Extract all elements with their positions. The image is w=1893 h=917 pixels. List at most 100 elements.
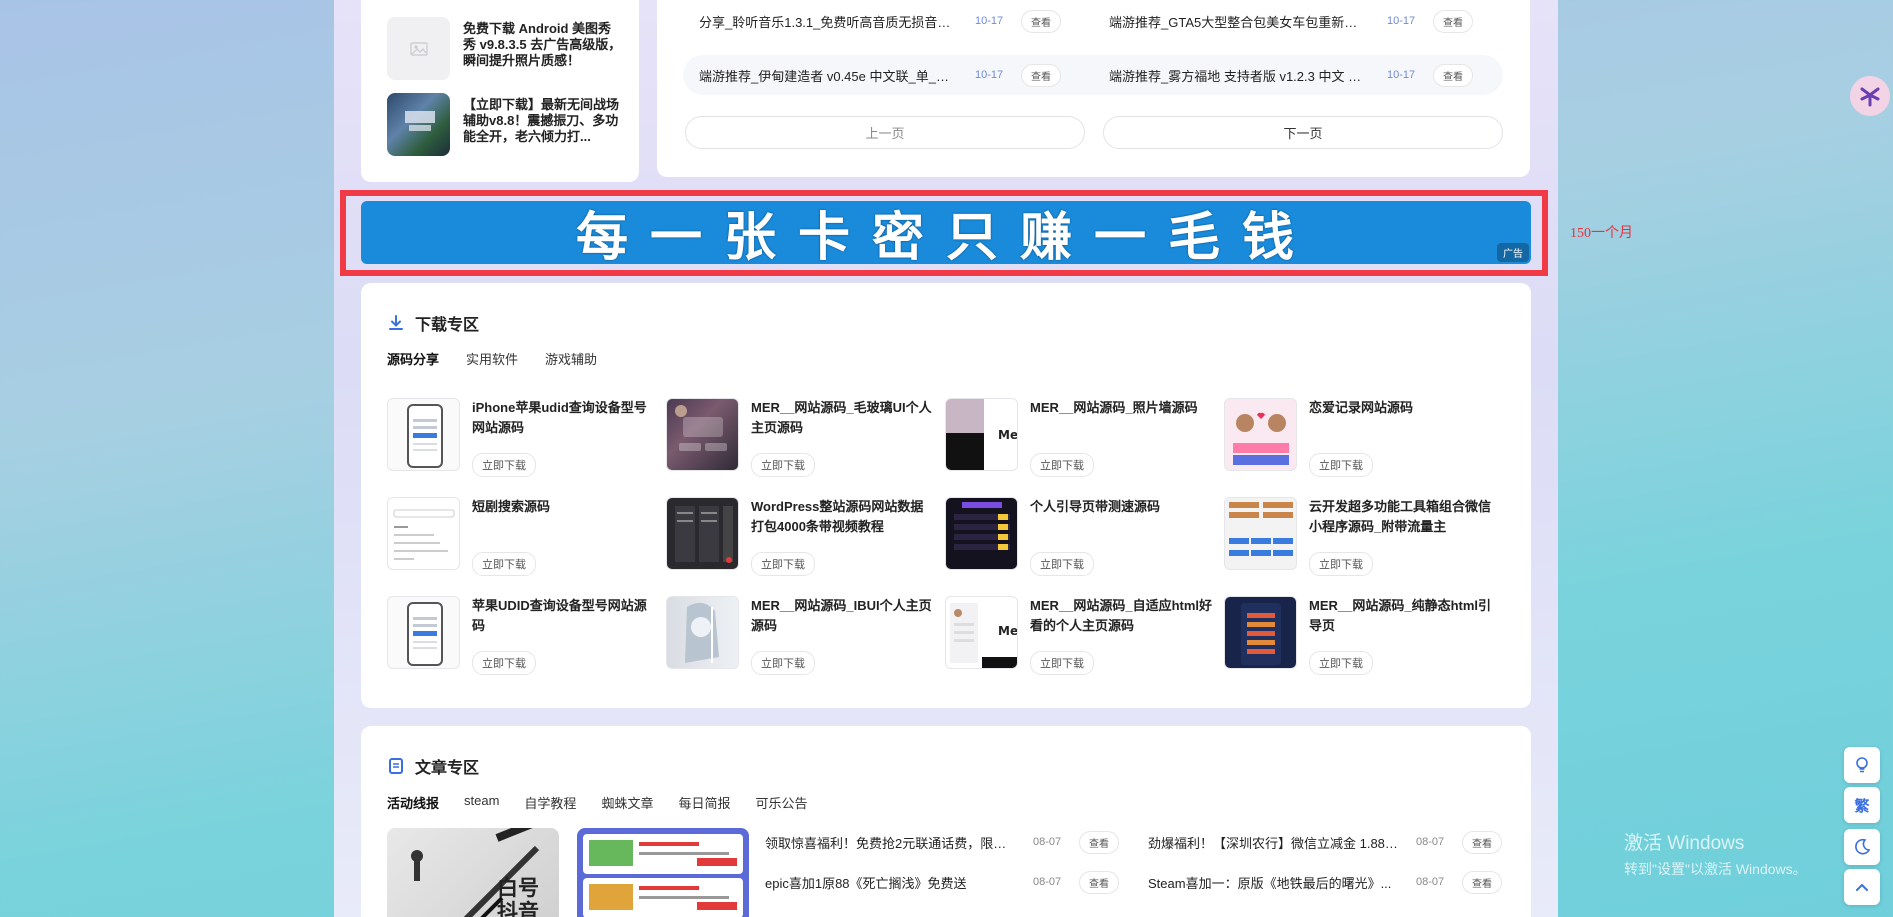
tab-tutorials[interactable]: 自学教程 — [524, 793, 576, 812]
tab-spider-articles[interactable]: 蜘蛛文章 — [601, 793, 653, 812]
item-title[interactable]: 端游推荐_GTA5大型整合包美女车包重新整合... — [1109, 12, 1369, 31]
item-title[interactable]: MER__网站源码_自适应html好看的个人主页源码 — [1030, 596, 1215, 636]
list-item[interactable]: 端游推荐_GTA5大型整合包美女车包重新整合... 10-17 查看 — [1109, 1, 1473, 41]
view-button[interactable]: 查看 — [1079, 830, 1119, 854]
view-button[interactable]: 查看 — [1462, 830, 1502, 854]
download-item[interactable]: WordPress整站源码网站数据打包4000条带视频教程 立即下载 — [666, 497, 936, 576]
item-title[interactable]: WordPress整站源码网站数据打包4000条带视频教程 — [751, 497, 936, 537]
item-title[interactable]: 苹果UDID查询设备型号网站源码 — [472, 596, 657, 636]
item-title[interactable]: iPhone苹果udid查询设备型号网站源码 — [472, 398, 657, 438]
list-item[interactable]: Steam喜加一：原版《地铁最后的曙光》... 08-07 查看 — [1148, 868, 1502, 896]
section-title: 文章专区 — [415, 760, 480, 777]
view-button[interactable]: 查看 — [1462, 870, 1502, 894]
download-item[interactable]: MER__网站源码_毛玻璃UI个人主页源码 立即下载 — [666, 398, 936, 477]
bulb-icon[interactable] — [1844, 747, 1880, 783]
list-item[interactable]: 端游推荐_雾方福地 支持者版 v1.2.3 中文 解... 10-17 查看 — [1109, 55, 1473, 95]
download-button[interactable]: 立即下载 — [751, 453, 815, 477]
download-button[interactable]: 立即下载 — [1030, 651, 1094, 675]
item-title[interactable]: 个人引导页带测速源码 — [1030, 497, 1215, 517]
prev-page-button[interactable]: 上一页 — [685, 116, 1085, 149]
list-item[interactable]: 领取惊喜福利！免费抢2元联通话费，限时... 08-07 查看 — [765, 828, 1119, 856]
download-item[interactable]: Me MER__网站源码_照片墙源码 立即下载 — [945, 398, 1215, 477]
svg-text:Me: Me — [998, 428, 1018, 442]
view-button[interactable]: 查看 — [1021, 63, 1061, 87]
back-to-top-icon[interactable] — [1844, 869, 1880, 905]
list-item[interactable]: 劲爆福利！【深圳农行】微信立减金 1.88 ... 08-07 查看 — [1148, 828, 1502, 856]
list-item[interactable]: 端游推荐_伊甸建造者 v0.45e 中文联_单_机版 10-17 查看 — [699, 55, 1061, 95]
download-button[interactable]: 立即下载 — [1309, 453, 1373, 477]
item-title[interactable]: MER__网站源码_毛玻璃UI个人主页源码 — [751, 398, 936, 438]
download-item[interactable]: MER__网站源码_IBUI个人主页源码 立即下载 — [666, 596, 936, 675]
download-button[interactable]: 立即下载 — [1309, 552, 1373, 576]
thumbnail: Me — [945, 596, 1018, 669]
tab-announcements[interactable]: 可乐公告 — [755, 793, 807, 812]
item-title[interactable]: MER__网站源码_照片墙源码 — [1030, 398, 1215, 418]
item-date: 08-07 — [1033, 876, 1062, 888]
tab-steam[interactable]: steam — [464, 793, 499, 812]
recommend-card: 免费下载 Android 美图秀秀 v9.8.3.5 去广告高级版，瞬间提升照片… — [361, 0, 639, 182]
download-item[interactable]: MER__网站源码_纯静态html引导页 立即下载 — [1224, 596, 1494, 675]
list-item-title[interactable]: 【立即下载】最新无间战场辅助v8.8！震撼振刀、多功能全开，老六倾力打... — [463, 97, 623, 145]
thumbnail — [1224, 596, 1297, 669]
tab-source-share[interactable]: 源码分享 — [387, 349, 440, 371]
item-title[interactable]: MER__网站源码_IBUI个人主页源码 — [751, 596, 936, 636]
download-item[interactable]: iPhone苹果udid查询设备型号网站源码 立即下载 — [387, 398, 657, 477]
view-button[interactable]: 查看 — [1021, 9, 1061, 33]
download-item[interactable]: 短剧搜索源码 立即下载 — [387, 497, 657, 576]
item-title[interactable]: epic喜加1原88《死亡搁浅》免费送 — [765, 873, 1015, 892]
list-item[interactable]: 分享_聆听音乐1.3.1_免费听高音质无损音乐_... 10-17 查看 — [699, 1, 1061, 41]
item-title[interactable]: 劲爆福利！【深圳农行】微信立减金 1.88 ... — [1148, 833, 1398, 852]
thumbnail — [666, 596, 739, 669]
ad-banner[interactable]: 每一张卡密只赚一毛钱 广告 — [361, 201, 1531, 268]
item-date: 10-17 — [975, 69, 1004, 81]
thumbnail-text: 白号 抖音 — [497, 875, 539, 917]
site-logo-icon[interactable] — [1850, 76, 1890, 116]
download-item[interactable]: Me MER__网站源码_自适应html好看的个人主页源码 立即下载 — [945, 596, 1215, 675]
tab-game-assist[interactable]: 游戏辅助 — [545, 349, 597, 368]
item-title[interactable]: Steam喜加一：原版《地铁最后的曙光》... — [1148, 873, 1398, 892]
item-date: 10-17 — [1387, 69, 1416, 81]
article-thumbnail[interactable]: 白号 抖音 — [387, 828, 559, 917]
list-item-title[interactable]: 免费下载 Android 美图秀秀 v9.8.3.5 去广告高级版，瞬间提升照片… — [463, 21, 623, 69]
view-button[interactable]: 查看 — [1079, 870, 1119, 894]
download-item[interactable]: 云开发超多功能工具箱组合微信小程序源码_附带流量主 立即下载 — [1224, 497, 1494, 576]
download-button[interactable]: 立即下载 — [472, 651, 536, 675]
download-button[interactable]: 立即下载 — [751, 651, 815, 675]
thumbnail — [945, 497, 1018, 570]
view-button[interactable]: 查看 — [1433, 9, 1473, 33]
next-page-button[interactable]: 下一页 — [1103, 116, 1503, 149]
item-title[interactable]: 领取惊喜福利！免费抢2元联通话费，限时... — [765, 833, 1015, 852]
moon-icon[interactable] — [1844, 829, 1880, 865]
item-title[interactable]: 端游推荐_雾方福地 支持者版 v1.2.3 中文 解... — [1109, 66, 1369, 85]
section-header: 文章专区 — [387, 754, 479, 778]
item-title[interactable]: 云开发超多功能工具箱组合微信小程序源码_附带流量主 — [1309, 497, 1494, 537]
download-button[interactable]: 立即下载 — [472, 453, 536, 477]
download-button[interactable]: 立即下载 — [1030, 552, 1094, 576]
item-date: 10-17 — [1387, 15, 1416, 27]
list-item[interactable]: epic喜加1原88《死亡搁浅》免费送 08-07 查看 — [765, 868, 1119, 896]
ad-text: 每一张卡密只赚一毛钱 — [575, 208, 1316, 268]
tab-activity[interactable]: 活动线报 — [387, 793, 440, 815]
item-title[interactable]: 恋爱记录网站源码 — [1309, 398, 1494, 418]
item-title[interactable]: MER__网站源码_纯静态html引导页 — [1309, 596, 1494, 636]
tab-utility-software[interactable]: 实用软件 — [466, 349, 518, 368]
download-button[interactable]: 立即下载 — [1309, 651, 1373, 675]
download-button[interactable]: 立即下载 — [751, 552, 815, 576]
item-title[interactable]: 分享_聆听音乐1.3.1_免费听高音质无损音乐_... — [699, 12, 957, 31]
article-thumbnail[interactable] — [577, 828, 749, 917]
thumbnail — [387, 93, 450, 156]
download-item[interactable]: 恋爱记录网站源码 立即下载 — [1224, 398, 1494, 477]
list-item[interactable]: 免费下载 Android 美图秀秀 v9.8.3.5 去广告高级版，瞬间提升照片… — [387, 17, 627, 81]
watermark-line1: 激活 Windows — [1624, 833, 1745, 854]
tab-daily-brief[interactable]: 每日简报 — [678, 793, 730, 812]
download-button[interactable]: 立即下载 — [1030, 453, 1094, 477]
download-button[interactable]: 立即下载 — [472, 552, 536, 576]
list-item[interactable]: 【立即下载】最新无间战场辅助v8.8！震撼振刀、多功能全开，老六倾力打... — [387, 93, 627, 157]
thumbnail — [1224, 497, 1297, 570]
download-item[interactable]: 苹果UDID查询设备型号网站源码 立即下载 — [387, 596, 657, 675]
download-item[interactable]: 个人引导页带测速源码 立即下载 — [945, 497, 1215, 576]
traditional-chinese-button[interactable]: 繁 — [1844, 787, 1880, 823]
item-title[interactable]: 端游推荐_伊甸建造者 v0.45e 中文联_单_机版 — [699, 66, 957, 85]
view-button[interactable]: 查看 — [1433, 63, 1473, 87]
item-title[interactable]: 短剧搜索源码 — [472, 497, 657, 517]
